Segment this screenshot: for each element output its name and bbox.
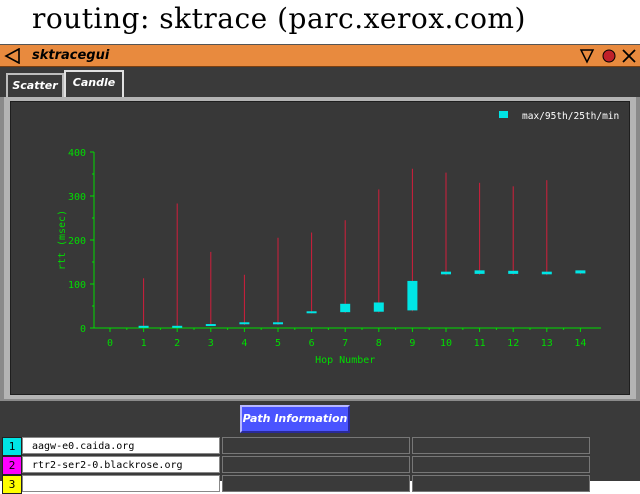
candle-box <box>172 325 183 328</box>
hop-name[interactable]: rtr2-ser2-0.blackrose.org <box>22 456 220 473</box>
candle-chart: 0 1 2 3 4 5 6 7 8 9 10 11 12 13 14 0 100 200 300 400 Hop Num… <box>10 101 630 395</box>
x-tick-label: 6 <box>309 338 315 349</box>
hop-cell <box>222 475 410 492</box>
path-information-button[interactable]: Path Information <box>240 405 350 433</box>
hop-cell <box>222 456 410 473</box>
x-tick-label: 12 <box>507 338 519 349</box>
banner-title: routing: sktrace (parc.xerox.com) <box>32 2 526 35</box>
hop-cell <box>412 437 590 454</box>
candle-box <box>306 311 317 314</box>
y-tick-label: 100 <box>68 280 86 291</box>
hop-list: 1 aagw-e0.caida.org 2 rtr2-ser2-0.blackr… <box>0 435 640 494</box>
hop-name[interactable]: aagw-e0.caida.org <box>22 437 220 454</box>
x-tick-label: 3 <box>208 338 214 349</box>
x-tick-label: 8 <box>376 338 382 349</box>
legend-label: max/95th/25th/min <box>522 111 619 122</box>
sktracegui-window: sktracegui Scatter Candle 0 1 2 3 4 5 6 7 8 9 10 11… <box>0 44 640 494</box>
candle-box <box>138 325 149 328</box>
hop-number: 2 <box>2 456 22 475</box>
view-tabs: Scatter Candle <box>0 67 640 97</box>
hop-cell <box>222 437 410 454</box>
hop-cell <box>412 456 590 473</box>
y-tick-label: 300 <box>68 192 86 203</box>
candle-box <box>239 322 250 325</box>
candle-box <box>273 322 283 325</box>
legend-swatch <box>499 111 508 118</box>
candle-box <box>441 271 451 275</box>
y-tick-label: 200 <box>68 236 86 247</box>
button-row: Path Information <box>0 401 640 435</box>
hop-number: 3 <box>2 475 22 494</box>
y-axis-label: rtt (msec) <box>57 210 68 270</box>
window-menu-icon[interactable] <box>4 48 22 64</box>
candle-box <box>407 280 418 311</box>
hop-name[interactable] <box>22 475 220 492</box>
candle-box <box>541 271 552 275</box>
candle-box <box>474 270 485 274</box>
minimize-icon[interactable] <box>579 48 595 64</box>
candle-box <box>340 303 351 313</box>
page-banner: routing: sktrace (parc.xerox.com) <box>0 0 640 44</box>
x-tick-label: 13 <box>541 338 553 349</box>
maximize-icon[interactable] <box>601 48 617 64</box>
tab-candle[interactable]: Candle <box>64 70 124 97</box>
candle-box <box>508 270 519 274</box>
candle-box <box>575 270 586 274</box>
hop-number: 1 <box>2 437 22 456</box>
x-tick-label: 9 <box>409 338 415 349</box>
x-tick-label: 2 <box>174 338 180 349</box>
x-axis-label: Hop Number <box>315 355 375 366</box>
plot-frame: 0 1 2 3 4 5 6 7 8 9 10 11 12 13 14 0 100 200 300 400 Hop Num… <box>4 97 636 399</box>
window-titlebar[interactable]: sktracegui <box>0 45 640 67</box>
y-tick-label: 400 <box>68 148 86 159</box>
y-tick-label: 0 <box>80 324 86 335</box>
window-title: sktracegui <box>32 48 110 63</box>
tab-scatter[interactable]: Scatter <box>6 73 64 97</box>
candle-box <box>373 302 384 312</box>
x-tick-label: 11 <box>474 338 486 349</box>
candle-box <box>205 324 216 327</box>
close-icon[interactable] <box>621 48 637 64</box>
candle-chart-svg: 0 1 2 3 4 5 6 7 8 9 10 11 12 13 140100200300400Hop Num… <box>57 111 619 366</box>
x-tick-label: 7 <box>342 338 348 349</box>
x-tick-label: 10 <box>440 338 452 349</box>
x-tick-label: 1 <box>141 338 147 349</box>
x-tick-label: 0 <box>107 338 113 349</box>
x-tick-label: 4 <box>241 338 247 349</box>
x-tick-label: 14 <box>574 338 586 349</box>
hop-cell <box>412 475 590 492</box>
x-tick-label: 5 <box>275 338 281 349</box>
